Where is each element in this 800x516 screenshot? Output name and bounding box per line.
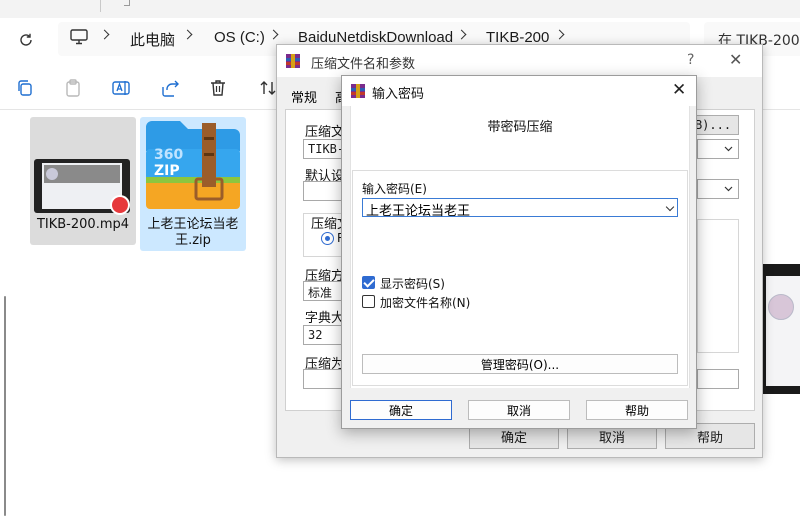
- dictionary-dropdown[interactable]: 32: [303, 325, 343, 345]
- new-tab-icon[interactable]: [124, 0, 130, 6]
- media-player-icon: [110, 195, 130, 215]
- manage-passwords-button[interactable]: 管理密码(O)...: [362, 354, 678, 374]
- close-icon[interactable]: ✕: [672, 80, 686, 100]
- background-photo: [762, 264, 800, 394]
- archive-name-dropdown[interactable]: [697, 139, 739, 159]
- scrollbar[interactable]: [4, 296, 6, 516]
- tab-divider: [100, 0, 101, 12]
- zip-archive-icon: 360 ZIP: [146, 121, 240, 209]
- archive-options-group: [697, 219, 739, 353]
- update-mode-dropdown[interactable]: [697, 179, 739, 199]
- file-name: TIKB-200.mp4: [36, 217, 130, 232]
- encrypt-names-label[interactable]: 加密文件名称(N): [380, 294, 470, 311]
- copy-icon[interactable]: [15, 78, 35, 98]
- ok-button[interactable]: 确定: [350, 400, 452, 420]
- dialog-title: 输入密码: [372, 87, 425, 102]
- format-radio-rar[interactable]: [321, 232, 334, 245]
- password-dialog: 输入密码 ✕ 带密码压缩 输入密码(E) 上老王论坛当老王 显示密码(S) 加密…: [341, 75, 697, 429]
- tab-strip: [0, 0, 800, 18]
- breadcrumb-item-this-pc[interactable]: 此电脑: [130, 29, 175, 50]
- refresh-icon: [20, 33, 32, 46]
- computer-icon[interactable]: [70, 29, 88, 48]
- sort-icon[interactable]: [258, 78, 278, 98]
- chevron-down-icon[interactable]: [665, 202, 675, 212]
- split-field[interactable]: [303, 369, 343, 389]
- paste-icon[interactable]: [63, 78, 83, 98]
- show-password-checkbox[interactable]: [362, 276, 375, 289]
- tab-general[interactable]: 常规: [291, 87, 317, 106]
- help-button[interactable]: 帮助: [586, 400, 688, 420]
- split-dropdown[interactable]: [697, 369, 739, 389]
- help-icon[interactable]: ?: [687, 52, 694, 68]
- password-label: 输入密码(E): [362, 182, 427, 196]
- share-icon[interactable]: [160, 78, 180, 98]
- archive-name-label: 压缩文: [305, 125, 345, 140]
- chevron-down-icon: [724, 186, 733, 192]
- password-value: 上老王论坛当老王: [366, 204, 471, 219]
- breadcrumb-item-drive[interactable]: OS (C:): [214, 29, 265, 46]
- profiles-button[interactable]: [303, 181, 343, 201]
- dictionary-label: 字典大: [305, 311, 345, 326]
- svg-text:360: 360: [154, 147, 183, 163]
- file-name-line1: 上老王论坛当老: [147, 217, 239, 232]
- archive-name-field[interactable]: TIKB-2: [303, 139, 343, 159]
- show-password-label[interactable]: 显示密码(S): [380, 275, 445, 292]
- delete-icon[interactable]: [208, 78, 228, 98]
- refresh-button[interactable]: [14, 28, 38, 52]
- close-icon[interactable]: ✕: [729, 50, 742, 69]
- dialog-title: 压缩文件名和参数: [311, 57, 416, 72]
- file-name-line2: 王.zip: [175, 233, 211, 248]
- cancel-button[interactable]: 取消: [468, 400, 570, 420]
- chevron-down-icon: [724, 146, 733, 152]
- winrar-icon: [351, 84, 365, 98]
- dialog-heading: 带密码压缩: [487, 120, 553, 135]
- method-dropdown[interactable]: 标准: [303, 281, 343, 301]
- winrar-icon: [286, 54, 300, 68]
- file-item-zip[interactable]: 360 ZIP 上老王论坛当老 王.zip: [140, 117, 246, 251]
- rename-icon[interactable]: [111, 78, 131, 98]
- password-input[interactable]: 上老王论坛当老王: [362, 198, 678, 219]
- encrypt-names-checkbox[interactable]: [362, 295, 375, 308]
- svg-text:ZIP: ZIP: [154, 163, 180, 179]
- file-item-video[interactable]: TIKB-200.mp4: [30, 117, 136, 245]
